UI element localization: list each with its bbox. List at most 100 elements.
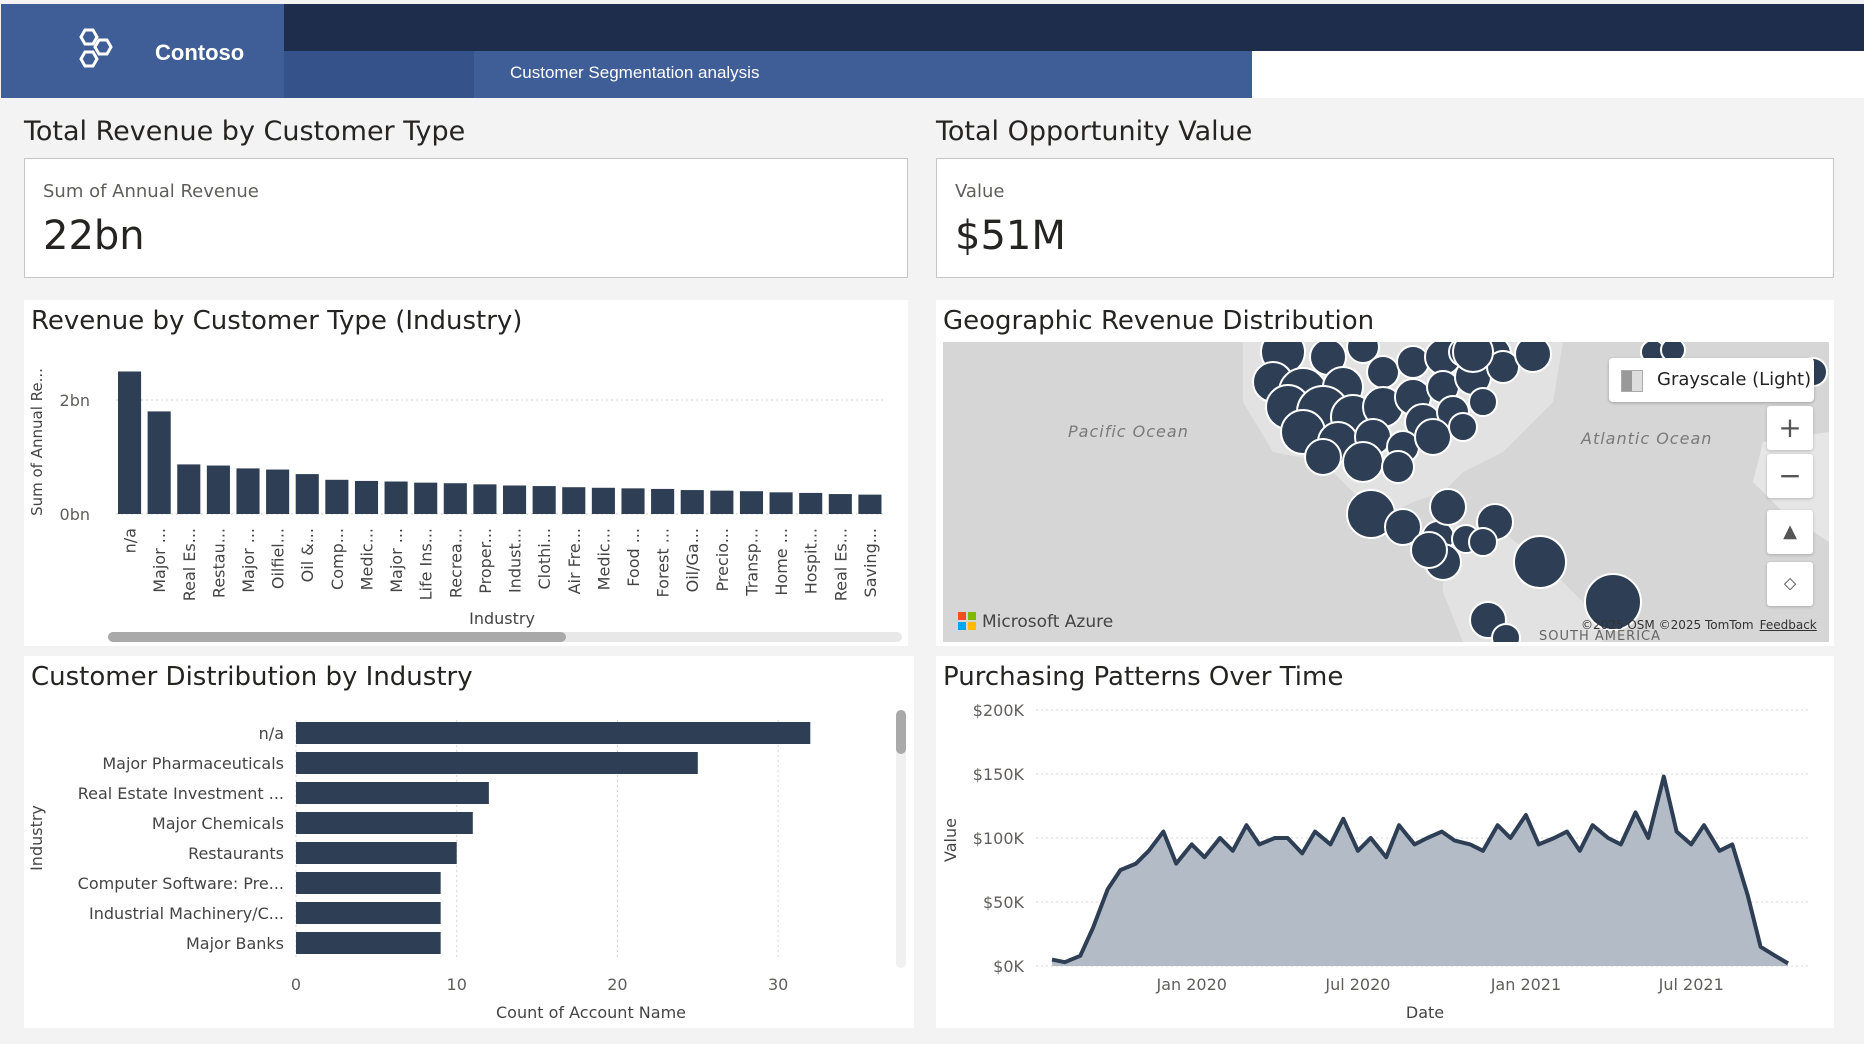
kpi-value: $51M: [955, 213, 1066, 259]
industry-chart-scrollbar[interactable]: [896, 710, 906, 968]
y-tick-label: $150K: [973, 765, 1025, 784]
revenue-bubble: [1304, 438, 1342, 476]
tab-customer-segmentation[interactable]: Customer Segmentation analysis: [474, 51, 1252, 98]
pacific-ocean-label: Pacific Ocean: [1068, 422, 1189, 441]
brand-block: Contoso: [1, 4, 284, 98]
x-tick-label: Oil/Ga...: [683, 528, 702, 592]
x-tick-label: n/a: [121, 528, 140, 553]
bar: [858, 494, 882, 514]
x-tick-label: Air Fre...: [565, 528, 584, 594]
revenue-bar-chart[interactable]: 0bn 2bn n/a Major ... Real Es... Restau... Maj…: [24, 340, 908, 630]
brand-name: Contoso: [155, 40, 245, 65]
bar: [177, 464, 201, 514]
kpi-label: Sum of Annual Revenue: [43, 181, 259, 202]
y-tick-label: Major Pharmaceuticals: [102, 754, 284, 773]
visual-title: Revenue by Customer Type (Industry): [31, 306, 523, 336]
microsoft-logo-icon: [958, 612, 976, 630]
bar: [799, 492, 823, 514]
x-tick-label: 30: [768, 975, 788, 994]
x-tick-label: Proper...: [476, 528, 495, 594]
hexagon-logo-icon: [79, 28, 113, 68]
kpi-label: Value: [955, 181, 1005, 202]
top-banner: Contoso Customer Segmentation analysis: [0, 4, 1864, 98]
x-tick-label: Major ...: [387, 528, 406, 593]
bar: [414, 482, 438, 514]
revenue-bubble: [1513, 535, 1567, 589]
bar: [739, 491, 764, 514]
bar: [769, 492, 793, 514]
bar: [443, 483, 467, 514]
x-tick-label: Restau...: [209, 528, 228, 598]
map-style-picker[interactable]: Grayscale (Light): [1609, 358, 1814, 402]
revenue-kpi-card[interactable]: Sum of Annual Revenue 22bn: [24, 158, 908, 278]
revenue-bubble: [1342, 441, 1384, 483]
tab-strip-empty: [1252, 51, 1864, 98]
bar: [295, 474, 319, 514]
x-tick-label: Real Es...: [831, 528, 850, 601]
bar: [296, 842, 457, 864]
bar: [325, 479, 349, 514]
x-tick-label: Jan 2021: [1490, 975, 1561, 994]
y-tick-label: Industrial Machinery/C...: [89, 904, 284, 923]
industry-count-chart[interactable]: 0 10 20 30 n/a Major Pharmaceuticals Real Esta…: [24, 700, 894, 1026]
bar: [206, 465, 230, 514]
opportunity-section-title: Total Opportunity Value: [936, 116, 1253, 147]
azure-logo: Microsoft Azure: [958, 612, 1113, 632]
x-tick-label: Jan 2020: [1155, 975, 1226, 994]
revenue-bubble: [1414, 418, 1452, 456]
x-tick-label: Home ...: [772, 528, 791, 596]
bar: [236, 468, 260, 514]
x-tick-label: 10: [447, 975, 467, 994]
zoom-in-button[interactable]: +: [1767, 406, 1813, 450]
revenue-bubble: [1468, 387, 1498, 417]
bar: [354, 480, 379, 514]
bar: [591, 487, 615, 514]
bar: [296, 812, 473, 834]
visual-title: Geographic Revenue Distribution: [943, 306, 1375, 336]
zoom-out-button[interactable]: −: [1767, 454, 1813, 498]
bar-chart-scrollbar[interactable]: [108, 632, 902, 642]
scrollbar-thumb[interactable]: [108, 632, 566, 642]
x-tick-label: Major ...: [150, 528, 169, 593]
x-tick-label: Jul 2021: [1658, 975, 1724, 994]
bar: [651, 488, 675, 514]
opportunity-kpi-card[interactable]: Value $51M: [936, 158, 1834, 278]
x-tick-label: Saving...: [861, 528, 880, 597]
bar: [384, 481, 408, 514]
feedback-link[interactable]: Feedback: [1760, 618, 1817, 632]
y-tick-label: Restaurants: [188, 844, 284, 863]
bar: [710, 490, 734, 514]
purchasing-area-chart[interactable]: $0K $50K $100K $150K $200K Jan 2020 Jul 2020 Ja…: [936, 696, 1834, 1026]
visual-title: Purchasing Patterns Over Time: [943, 662, 1344, 692]
bar: [118, 371, 142, 514]
x-tick-label: 20: [607, 975, 627, 994]
revenue-map[interactable]: Pacific Ocean Atlantic Ocean Grayscale (…: [943, 342, 1829, 642]
y-tick-label: 0bn: [60, 505, 90, 524]
revenue-bubble: [1468, 527, 1498, 557]
scrollbar-thumb[interactable]: [896, 710, 906, 754]
revenue-bubble: [1452, 342, 1494, 373]
visual-title: Customer Distribution by Industry: [31, 662, 473, 692]
x-tick-label: Recrea...: [446, 528, 465, 598]
compass-icon[interactable]: ⬦: [1767, 562, 1813, 606]
revenue-bubble: [1396, 345, 1430, 379]
x-axis-label: Industry: [469, 609, 535, 628]
y-tick-label: n/a: [259, 724, 284, 743]
revenue-section-title: Total Revenue by Customer Type: [24, 116, 466, 147]
x-axis-label: Date: [1406, 1003, 1444, 1022]
x-axis-label: Count of Account Name: [496, 1003, 686, 1022]
x-tick-label: Oil &...: [298, 528, 317, 582]
y-tick-label: Real Estate Investment ...: [78, 784, 284, 803]
y-tick-label: 2bn: [60, 391, 90, 410]
tilt-icon[interactable]: ▲: [1767, 510, 1813, 554]
x-tick-label: Jul 2020: [1324, 975, 1390, 994]
x-tick-label: Medic...: [594, 528, 613, 590]
series-area: [1052, 776, 1788, 966]
x-tick-label: Hospit...: [802, 528, 821, 594]
tab-label: Customer Segmentation analysis: [510, 63, 760, 82]
bar: [296, 902, 441, 924]
x-tick-label: Real Es...: [180, 528, 199, 601]
x-tick-label: Major ...: [239, 528, 258, 593]
y-axis-label: Industry: [27, 805, 46, 871]
y-axis-label: Sum of Annual Re...: [28, 368, 46, 516]
